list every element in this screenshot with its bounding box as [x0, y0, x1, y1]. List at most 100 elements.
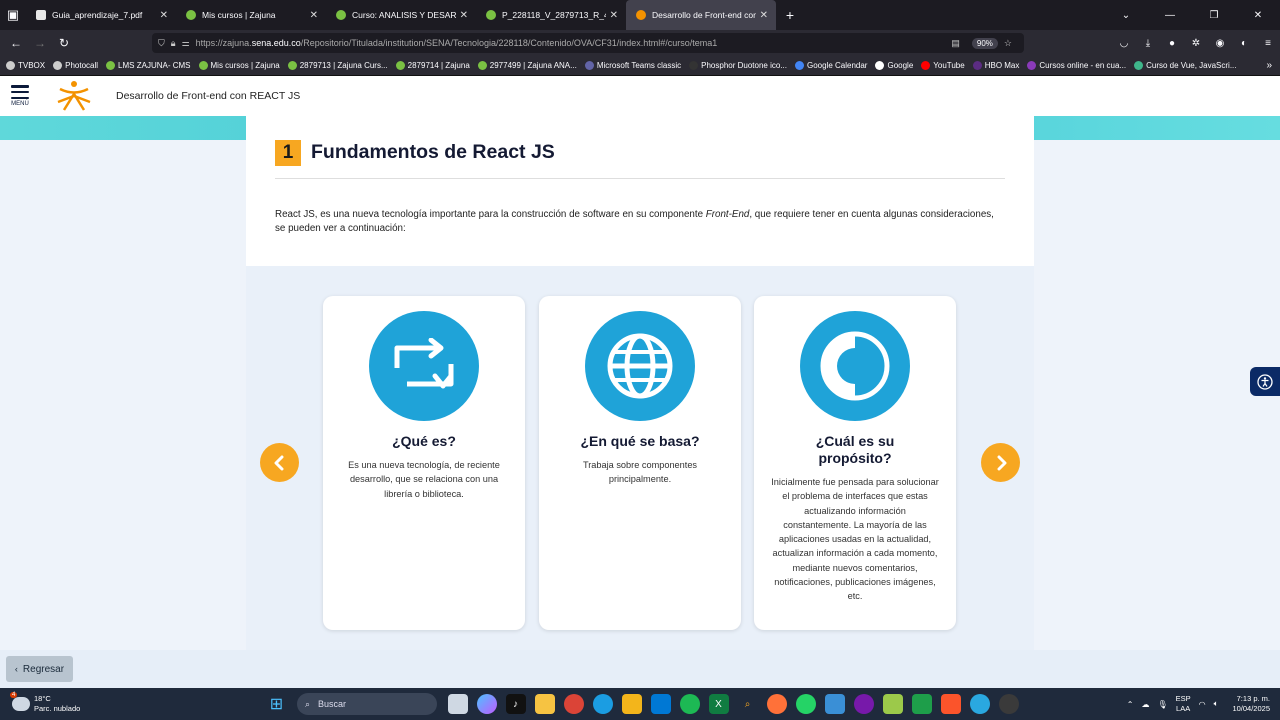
volume-icon[interactable]: 🔈︎: [1214, 699, 1219, 709]
windows-start-icon[interactable]: ⊞: [267, 694, 287, 714]
browser-tab[interactable]: Curso: ANALISIS Y DESARROLLO ✕: [326, 0, 476, 30]
bookmark-item[interactable]: 2879714 | Zajuna: [395, 61, 470, 70]
notes-icon[interactable]: [882, 694, 903, 714]
bookmark-item[interactable]: Photocall: [53, 61, 98, 70]
close-icon[interactable]: ✕: [610, 10, 618, 21]
clock[interactable]: 7:13 p. m. 10/04/2025: [1232, 694, 1270, 714]
lock-icon[interactable]: 🔒︎: [171, 38, 176, 49]
task-view-icon[interactable]: [447, 694, 468, 714]
green-app-icon[interactable]: [911, 694, 932, 714]
edge-icon[interactable]: [592, 694, 613, 714]
back-arrow-icon[interactable]: ←: [4, 36, 28, 50]
bookmark-item[interactable]: Curso de Vue, JavaScri...: [1134, 61, 1237, 70]
browser-tab[interactable]: Guia_aprendizaje_7.pdf ✕: [26, 0, 176, 30]
browser-tab-active[interactable]: Desarrollo de Front-end con RE ✕: [626, 0, 776, 30]
url-text[interactable]: https://zajuna.sena.edu.co/Repositorio/T…: [196, 38, 952, 48]
star-icon[interactable]: ☆: [1004, 38, 1012, 49]
chevron-up-icon[interactable]: ⌃: [1127, 700, 1134, 709]
bookmark-item[interactable]: 2977499 | Zajuna ANA...: [477, 61, 577, 70]
tab-list-icon[interactable]: ▣: [0, 0, 26, 30]
window-controls: ⌄ — ❐ ✕: [1104, 0, 1280, 30]
zoom-level[interactable]: 90%: [971, 37, 998, 49]
bookmark-label: Mis cursos | Zajuna: [210, 61, 280, 70]
avatar[interactable]: ◉: [1208, 38, 1232, 49]
bookmark-item[interactable]: 2879713 | Zajuna Curs...: [287, 61, 388, 70]
firefox-icon[interactable]: [766, 694, 787, 714]
bookmark-label: Phosphor Duotone ico...: [701, 61, 787, 70]
browser-tab[interactable]: P_228118_V_2879713_R_41_C_S ✕: [476, 0, 626, 30]
half-circle-icon: [820, 331, 890, 401]
bookmark-item[interactable]: Mis cursos | Zajuna: [198, 61, 280, 70]
bookmark-item[interactable]: Cursos online - en cua...: [1027, 61, 1126, 70]
copilot-icon[interactable]: [476, 694, 497, 714]
app-menu-icon[interactable]: ≡: [1256, 38, 1280, 49]
language-indicator[interactable]: ESP LAA: [1176, 694, 1191, 714]
new-tab-button[interactable]: +: [776, 7, 804, 23]
file-explorer-icon[interactable]: [534, 694, 555, 714]
bookmark-label: Google Calendar: [806, 61, 868, 70]
taskbar-search[interactable]: ⌕ Buscar: [297, 693, 437, 715]
store-icon[interactable]: [621, 694, 642, 714]
bookmark-item[interactable]: YouTube: [921, 61, 965, 70]
bookmark-item[interactable]: Google: [875, 61, 913, 70]
reader-view-icon[interactable]: ▤: [951, 38, 960, 49]
close-icon[interactable]: ✕: [310, 10, 318, 21]
search-app-icon[interactable]: ⌕: [738, 694, 758, 714]
close-window-icon[interactable]: ✕: [1236, 0, 1280, 30]
download-icon[interactable]: ⤓: [1136, 38, 1160, 49]
account-icon[interactable]: ●: [1160, 38, 1184, 49]
tiktok-icon[interactable]: ♪: [505, 694, 526, 714]
sync-icon[interactable]: ◐: [1232, 38, 1256, 49]
onenote-icon[interactable]: [853, 694, 874, 714]
reload-icon[interactable]: ↻: [52, 36, 76, 50]
excel-icon[interactable]: X: [708, 694, 729, 714]
bookmark-icon: [106, 61, 116, 70]
browser-tab-strip: ▣ Guia_aprendizaje_7.pdf ✕ Mis cursos | …: [0, 0, 1280, 30]
shield-icon[interactable]: ⛉: [158, 38, 165, 49]
address-bar[interactable]: ⛉ 🔒︎ ⚌ https://zajuna.sena.edu.co/Reposi…: [152, 33, 1024, 53]
brave-icon[interactable]: [940, 694, 961, 714]
more-bookmarks-icon[interactable]: »: [1266, 60, 1272, 71]
page-settings-icon[interactable]: ⚌: [182, 38, 190, 49]
cloud-tray-icon[interactable]: ☁: [1141, 700, 1149, 709]
extensions-icon[interactable]: ✲: [1184, 38, 1208, 49]
bookmark-item[interactable]: TVBOX: [6, 61, 45, 70]
bookmark-item[interactable]: Microsoft Teams classic: [584, 61, 681, 70]
microphone-icon[interactable]: 🎙︎: [1157, 700, 1167, 709]
close-icon[interactable]: ✕: [460, 10, 468, 21]
notepad-icon[interactable]: [824, 694, 845, 714]
obs-icon[interactable]: [998, 694, 1019, 714]
chevron-left-icon: [274, 455, 283, 470]
browser-app-icon[interactable]: [969, 694, 990, 714]
intro-text: React JS, es una nueva tecnología import…: [275, 209, 994, 234]
forward-arrow-icon[interactable]: →: [28, 36, 52, 50]
whatsapp-icon[interactable]: [795, 694, 816, 714]
browser-tab[interactable]: Mis cursos | Zajuna ✕: [176, 0, 326, 30]
bookmark-item[interactable]: HBO Max: [972, 61, 1019, 70]
close-icon[interactable]: ✕: [760, 10, 768, 21]
pocket-icon[interactable]: ◡: [1112, 38, 1136, 49]
divider: [275, 178, 1005, 179]
restore-icon[interactable]: ❐: [1192, 0, 1236, 30]
tab-title: Desarrollo de Front-end con RE: [652, 10, 756, 20]
previous-slide-button[interactable]: [260, 443, 299, 482]
menu-label: MENÚ: [11, 101, 29, 107]
wifi-icon[interactable]: ◠: [1199, 700, 1206, 709]
minimize-icon[interactable]: —: [1148, 0, 1192, 30]
menu-button[interactable]: MENÚ: [4, 85, 36, 107]
vscode-icon[interactable]: [650, 694, 671, 714]
back-button[interactable]: ‹ Regresar: [6, 656, 73, 682]
accessibility-button[interactable]: [1250, 367, 1280, 396]
spotify-icon[interactable]: [679, 694, 700, 714]
chrome-icon[interactable]: [563, 694, 584, 714]
bookmark-icon: [972, 61, 982, 70]
weather-widget[interactable]: 4 18°C Parc. nublado: [10, 692, 80, 714]
bookmark-item[interactable]: Google Calendar: [794, 61, 868, 70]
next-slide-button[interactable]: [981, 443, 1020, 482]
bookmark-item[interactable]: LMS ZAJUNA- CMS: [106, 61, 191, 70]
chevron-down-icon[interactable]: ⌄: [1104, 0, 1148, 30]
bookmark-icon: [6, 61, 15, 70]
close-icon[interactable]: ✕: [160, 10, 168, 21]
card-icon-circle: [585, 311, 695, 421]
bookmark-item[interactable]: Phosphor Duotone ico...: [689, 61, 787, 70]
